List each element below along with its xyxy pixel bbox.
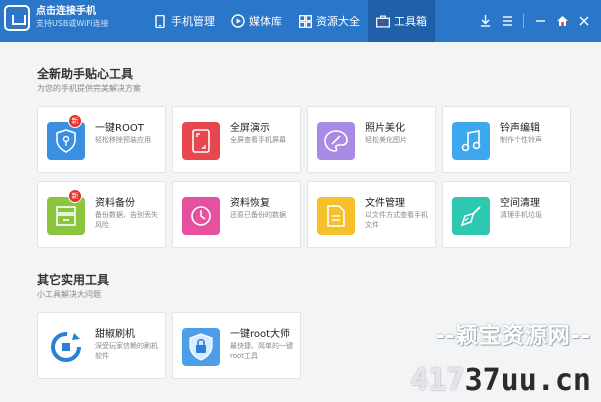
nav-item-resources[interactable]: 资源大全 [290,0,368,42]
folder-icon [317,197,355,235]
tool-title: 文件管理 [365,198,405,209]
tool-desc: 深受玩家信赖的刷机软件 [95,342,158,360]
tool-card-backup[interactable]: 新 资料备份 备份数据，告别丢失风险 [37,181,166,248]
tool-title: 资料恢复 [230,198,270,209]
tool-desc: 清理手机垃圾 [500,211,542,219]
tool-desc: 轻松美化图片 [365,136,407,144]
new-badge: 新 [68,189,82,203]
tool-desc: 制作个性铃声 [500,136,542,144]
tool-card-tianjiao-flash[interactable]: 甜椒刷机 深受玩家信赖的刷机软件 [37,312,166,379]
tool-title: 一键ROOT [95,123,144,134]
fullscreen-icon [182,122,220,160]
toolbox-content: 全新助手贴心工具 为您的手机提供完美解决方案 新 一键ROOT 轻松移除预装应用… [0,42,601,402]
tool-title: 甜椒刷机 [95,329,135,340]
watermark-site-name: --颖宝资源网-- [435,324,591,349]
section-subtitle-new-tools: 为您的手机提供完美解决方案 [37,84,141,93]
shield-lock-icon [182,328,220,366]
controls-divider [523,14,524,28]
new-badge: 新 [68,114,82,128]
tool-title: 一键root大师 [230,329,291,340]
phone-icon [153,14,167,28]
main-nav: 手机管理 媒体库 资源大全 工具箱 [145,0,435,42]
title-bar: 点击连接手机 支持USB或WiFi连接 手机管理 媒体库 资源大全 工具箱 [0,0,601,42]
tool-card-one-key-root[interactable]: 新 一键ROOT 轻松移除预装应用 [37,106,166,173]
tool-card-space-clean[interactable]: 空间清理 清理手机垃圾 [442,181,571,248]
tool-card-photo-beautify[interactable]: 照片美化 轻松美化图片 [307,106,436,173]
tool-title: 资料备份 [95,198,135,209]
tool-title: 照片美化 [365,123,405,134]
music-note-icon [452,122,490,160]
tool-card-restore[interactable]: 资料恢复 还原已备份的数据 [172,181,301,248]
tool-desc: 最快捷、简单的一键root工具 [230,342,293,360]
clock-restore-icon [182,197,220,235]
toolbox-icon [376,14,390,28]
broom-icon [452,197,490,235]
tool-card-ringtone[interactable]: 铃声编辑 制作个性铃声 [442,106,571,173]
nav-item-toolbox[interactable]: 工具箱 [368,0,435,42]
app-subtitle: 支持USB或WiFi连接 [36,19,109,28]
connect-phone-button[interactable]: 点击连接手机 支持USB或WiFi连接 [4,5,109,31]
play-icon [231,14,245,28]
tool-title: 空间清理 [500,198,540,209]
refresh-logo-icon [47,328,85,366]
section-subtitle-other-tools: 小工具解决大问题 [37,290,101,299]
tool-desc: 还原已备份的数据 [230,211,286,219]
section-title-other-tools: 其它实用工具 [37,273,110,287]
close-icon[interactable] [573,10,595,32]
tool-title: 铃声编辑 [500,123,540,134]
shield-key-icon [47,122,85,160]
backup-icon [47,197,85,235]
tool-desc: 备份数据，告别丢失风险 [95,211,158,229]
tool-title: 全屏演示 [230,123,270,134]
minimize-icon[interactable] [529,10,551,32]
menu-icon[interactable] [496,10,518,32]
download-icon[interactable] [474,10,496,32]
tool-card-file-manager[interactable]: 文件管理 以文件方式查看手机文件 [307,181,436,248]
watermark: --颖宝资源网-- 41737uu.cn [375,318,595,398]
palette-icon [317,122,355,160]
phone-connect-icon [4,5,30,31]
window-controls [474,0,595,42]
section-title-new-tools: 全新助手贴心工具 [37,67,134,81]
tool-desc: 轻松移除预装应用 [95,136,151,144]
nav-item-phone-manage[interactable]: 手机管理 [145,0,223,42]
tool-desc: 以文件方式查看手机文件 [365,211,428,229]
tool-card-fullscreen[interactable]: 全屏演示 全屏查看手机屏幕 [172,106,301,173]
home-icon[interactable] [551,10,573,32]
watermark-url: 41737uu.cn [410,363,591,398]
app-title: 点击连接手机 [36,6,96,17]
tool-card-root-master[interactable]: 一键root大师 最快捷、简单的一键root工具 [172,312,301,379]
nav-item-media[interactable]: 媒体库 [223,0,290,42]
grid-icon [298,14,312,28]
tool-desc: 全屏查看手机屏幕 [230,136,286,144]
